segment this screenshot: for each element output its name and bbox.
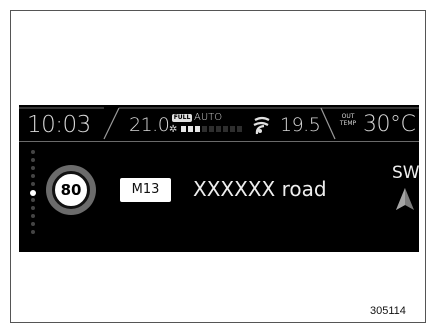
fan-level-segment — [223, 126, 228, 132]
outside-temp-label-line1: OUT — [341, 113, 355, 120]
speed-scale-dot — [31, 198, 35, 202]
figure-frame: 10:03 21.0 FULL AUTO ✲ 19.5 OUT TEMP 30°… — [10, 10, 426, 323]
speed-scale-dot — [31, 158, 35, 162]
fan-icon: ✲ — [169, 124, 178, 135]
road-name: XXXXXX road — [193, 177, 327, 201]
speed-scale-dot — [30, 190, 36, 196]
compass-arrow-icon — [395, 187, 415, 215]
fan-level-indicator — [181, 126, 251, 132]
compass-heading: SW — [392, 163, 419, 183]
figure-id: 305114 — [370, 305, 406, 317]
fan-level-segment — [209, 126, 214, 132]
fan-level-segment — [195, 126, 200, 132]
speed-scale-dot — [31, 230, 35, 234]
speed-scale-dot — [31, 182, 35, 186]
fan-mode-badge: FULL — [172, 114, 192, 122]
fan-auto-label: AUTO — [194, 112, 223, 123]
outside-temp-label-line2: TEMP — [339, 120, 357, 127]
navigation-panel: 80 M13 XXXXXX road SW — [19, 142, 419, 252]
speed-scale-dot — [31, 174, 35, 178]
fan-level-segment — [188, 126, 193, 132]
speed-scale-dot — [31, 214, 35, 218]
speed-scale — [30, 150, 37, 240]
road-number-badge: M13 — [120, 178, 171, 202]
speed-scale-dot — [31, 206, 35, 210]
speed-scale-dot — [31, 166, 35, 170]
fan-level-segment — [202, 126, 207, 132]
fan-level-segment — [237, 126, 242, 132]
airflow-icon — [252, 114, 274, 140]
fan-level-segment — [230, 126, 235, 132]
speed-limit-value: 80 — [52, 171, 90, 209]
speed-scale-dot — [31, 222, 35, 226]
passenger-temperature: 19.5 — [280, 114, 321, 136]
speed-limit-sign: 80 — [46, 165, 96, 215]
climate-status-bar: 10:03 21.0 FULL AUTO ✲ 19.5 OUT TEMP 30°… — [19, 105, 419, 142]
outside-temp-label: OUT TEMP — [338, 113, 358, 127]
speed-scale-dot — [31, 150, 35, 154]
driver-temperature: 21.0 — [129, 114, 170, 136]
dashboard-display: 10:03 21.0 FULL AUTO ✲ 19.5 OUT TEMP 30°… — [19, 105, 419, 252]
outside-temperature: 30°C — [363, 112, 416, 137]
fan-level-segment — [181, 126, 186, 132]
clock: 10:03 — [27, 112, 91, 138]
fan-level-segment — [216, 126, 221, 132]
